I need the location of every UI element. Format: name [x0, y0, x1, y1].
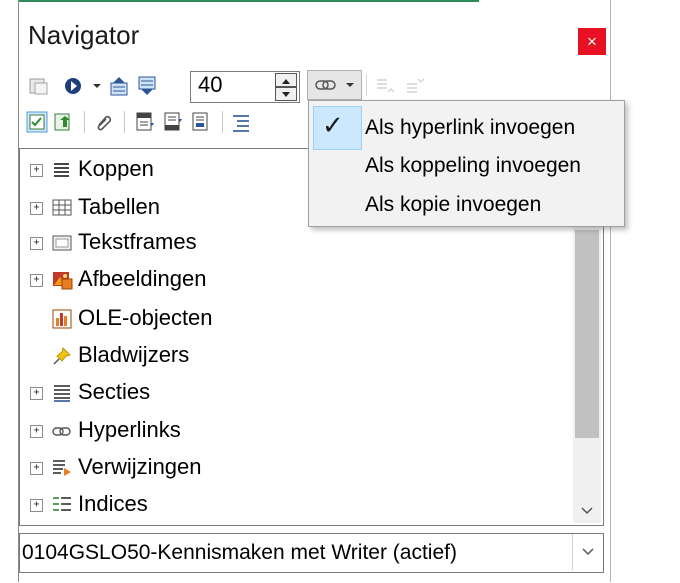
- references-icon: [51, 457, 73, 479]
- expand-toggle[interactable]: +: [30, 274, 43, 287]
- expand-toggle[interactable]: +: [30, 387, 43, 400]
- next-object-icon[interactable]: [136, 75, 158, 97]
- hyperlink-icon: [51, 420, 73, 442]
- promote-chapter-icon: [374, 75, 396, 97]
- toggle-content-icon[interactable]: [52, 111, 74, 133]
- scrollbar-thumb[interactable]: [575, 230, 599, 438]
- expand-toggle[interactable]: +: [30, 499, 43, 512]
- spin-value[interactable]: 40: [198, 72, 222, 98]
- heading-level-icon[interactable]: [230, 111, 252, 133]
- spin-up-button[interactable]: [275, 73, 297, 87]
- chevron-down-icon: [346, 83, 354, 87]
- toolbar-separator: [124, 111, 125, 133]
- expand-toggle[interactable]: +: [30, 164, 43, 177]
- toolbar-separator: [84, 111, 85, 133]
- table-icon: [51, 197, 73, 219]
- headings-icon: [51, 159, 73, 181]
- toolbar-separator: [366, 74, 367, 96]
- tree-item-label: Koppen: [78, 156, 154, 181]
- tree-item-label: Indices: [78, 491, 148, 516]
- content-view-icon[interactable]: [26, 111, 48, 133]
- spin-down-button[interactable]: [275, 87, 297, 101]
- sections-icon: [51, 382, 73, 404]
- tree-item-secties[interactable]: + Secties: [20, 376, 570, 412]
- window-title: Navigator: [28, 20, 140, 50]
- tree-item-verwijzingen[interactable]: + Verwijzingen: [20, 451, 570, 487]
- previous-object-icon[interactable]: [108, 75, 130, 97]
- tree-item-label: Tabellen: [78, 194, 160, 219]
- tree-item-label: Hyperlinks: [78, 417, 181, 442]
- tree-item-label: Tekstframes: [78, 229, 197, 254]
- menu-item-as-link[interactable]: Als koppeling invoegen: [365, 154, 581, 178]
- tree-item-tekstframes[interactable]: + Tekstframes: [20, 226, 570, 262]
- tree-item-bladwijzers[interactable]: Bladwijzers: [20, 339, 570, 375]
- toolbar-separator: [222, 111, 223, 133]
- tree-item-label: OLE-objecten: [78, 305, 213, 330]
- expand-toggle[interactable]: +: [30, 202, 43, 215]
- chevron-down-icon[interactable]: [572, 534, 603, 570]
- tree-item-label: Afbeeldingen: [78, 266, 207, 291]
- tree-item-afbeeldingen[interactable]: + Afbeeldingen: [20, 263, 570, 299]
- chevron-down-icon[interactable]: [90, 75, 104, 97]
- attachment-icon[interactable]: [92, 111, 114, 133]
- expand-toggle[interactable]: +: [30, 237, 43, 250]
- navigation-target-icon[interactable]: [62, 75, 84, 97]
- tree-item-indices[interactable]: + Indices: [20, 488, 570, 524]
- menu-item-as-copy[interactable]: Als kopie invoegen: [365, 193, 541, 217]
- chain-link-icon: [315, 80, 336, 90]
- expand-toggle[interactable]: +: [30, 462, 43, 475]
- document-select-value[interactable]: 0104GSLO50-Kennismaken met Writer (actie…: [22, 541, 457, 565]
- window-border: [610, 0, 611, 582]
- tree-item-label: Secties: [78, 379, 151, 404]
- footer-icon[interactable]: [162, 111, 184, 133]
- close-button[interactable]: ×: [578, 28, 606, 55]
- window-top-edge: [19, 0, 479, 2]
- tree-item-label: Verwijzingen: [78, 454, 202, 479]
- frame-icon: [51, 232, 73, 254]
- drag-mode-button[interactable]: [307, 70, 362, 100]
- expand-toggle[interactable]: +: [30, 425, 43, 438]
- image-icon: [51, 269, 73, 291]
- demote-chapter-icon: [404, 75, 426, 97]
- menu-item-label: Als kopie invoegen: [365, 193, 542, 216]
- indices-icon: [51, 494, 73, 516]
- ole-chart-icon: [51, 308, 73, 330]
- anchor-icon[interactable]: [190, 111, 212, 133]
- tree-item-hyperlinks[interactable]: + Hyperlinks: [20, 414, 570, 450]
- tree-item-label: Bladwijzers: [78, 342, 190, 367]
- checkmark-icon: ✓: [322, 110, 344, 140]
- menu-item-label: Als hyperlink invoegen: [365, 116, 576, 139]
- tree-item-ole-objecten[interactable]: OLE-objecten: [20, 302, 570, 338]
- bookmark-pin-icon: [51, 345, 73, 367]
- header-icon[interactable]: [134, 111, 156, 133]
- menu-item-as-hyperlink[interactable]: Als hyperlink invoegen: [365, 116, 575, 140]
- toggle-icon[interactable]: [28, 75, 50, 97]
- scroll-down-button[interactable]: [576, 500, 598, 520]
- menu-item-label: Als koppeling invoegen: [365, 154, 581, 177]
